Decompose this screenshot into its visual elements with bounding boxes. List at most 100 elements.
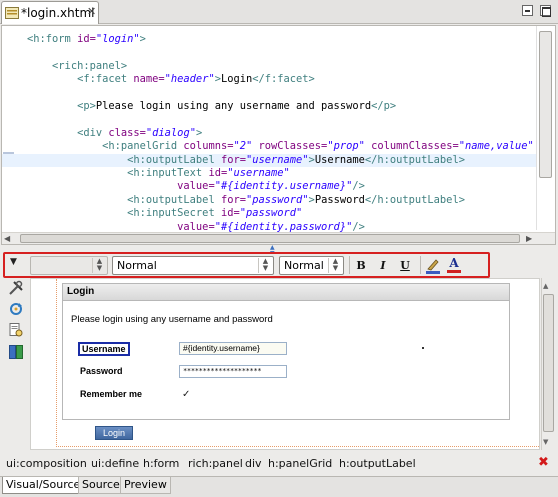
code-token: > <box>195 126 203 139</box>
code-token: "prop" <box>327 140 372 153</box>
toolbar-menu-arrow-icon[interactable]: ▼ <box>10 257 17 267</box>
remember-me-checkbox[interactable]: ✓ <box>182 390 192 400</box>
maximize-icon[interactable] <box>540 5 551 17</box>
code-line[interactable]: value="#{identity.username}"/> <box>2 180 365 193</box>
tab-preview[interactable]: Preview <box>120 477 171 494</box>
combo-spinner-icon[interactable]: ▲ ▼ <box>92 258 106 273</box>
login-panel[interactable]: Login Please login using any username an… <box>62 283 510 420</box>
remember-me-label: Remember me <box>80 389 143 399</box>
breadcrumb-item[interactable]: ui:composition <box>6 457 87 470</box>
visual-side-toolbar <box>4 278 24 368</box>
code-token: "password" <box>239 207 303 220</box>
code-token: <p> <box>2 100 96 112</box>
code-token: id= <box>77 33 96 45</box>
code-token: name= <box>133 73 165 86</box>
split-view-icon[interactable] <box>8 344 24 360</box>
code-token: "username" <box>245 153 309 166</box>
scroll-right-icon[interactable]: ▶ <box>526 234 536 243</box>
code-line[interactable]: <rich:panel> <box>2 60 127 73</box>
code-token: Password <box>314 193 365 206</box>
code-token: "#{identity.username}" <box>214 180 353 193</box>
login-intro-text: Please login using any username and pass… <box>71 314 273 325</box>
code-line[interactable]: <h:outputLabel for="username">Username</… <box>2 153 536 167</box>
code-line[interactable]: <h:form id="login"> <box>2 33 146 46</box>
code-token: "header" <box>164 73 215 86</box>
login-button[interactable]: Login <box>95 426 133 440</box>
horizontal-scrollbar[interactable]: ◀ ▶ <box>2 232 555 244</box>
code-token: id= <box>208 167 228 179</box>
code-line[interactable]: <div class="dialog"> <box>2 127 202 140</box>
code-line[interactable]: <p>Please login using any username and p… <box>2 100 396 113</box>
code-token: <rich:panel> <box>2 59 128 72</box>
username-label[interactable]: Username <box>78 342 130 356</box>
code-line[interactable]: <h:inputSecret id="password" <box>2 207 302 220</box>
background-color-icon[interactable] <box>425 257 441 274</box>
code-token: for= <box>220 153 246 166</box>
code-token: <h:outputLabel <box>2 153 221 166</box>
close-breadcrumb-icon[interactable]: ✖ <box>538 455 549 470</box>
format-combo-value: Normal <box>117 259 157 272</box>
breadcrumb-item[interactable]: h:outputLabel <box>339 457 416 470</box>
font-size-combo[interactable]: Normal ▲ ▼ <box>279 256 344 275</box>
code-token: for= <box>220 193 246 206</box>
preview-page-icon[interactable] <box>8 322 24 338</box>
editor-tab-title: *login.xhtml <box>21 6 95 20</box>
vertical-scroll-thumb[interactable] <box>539 31 552 178</box>
visual-canvas[interactable]: Login Please login using any username an… <box>30 278 540 450</box>
code-line[interactable]: <h:inputText id="username" <box>2 167 290 180</box>
code-area[interactable]: <h:form id="login"> <rich:panel> <f:face… <box>2 26 536 232</box>
refresh-icon[interactable] <box>8 301 24 317</box>
code-line[interactable]: <h:outputLabel for="password">Password</… <box>2 194 465 207</box>
format-combo[interactable]: Normal ▲ ▼ <box>112 256 274 275</box>
font-size-combo-value: Normal <box>284 259 324 272</box>
code-token: Username <box>314 153 365 166</box>
breadcrumb-item[interactable]: h:form <box>143 457 179 470</box>
source-editor[interactable]: <h:form id="login"> <rich:panel> <f:face… <box>1 25 556 245</box>
underline-button[interactable]: U <box>396 257 414 274</box>
toolbar-separator <box>420 256 421 274</box>
code-token: <f:facet <box>2 73 134 86</box>
horizontal-scroll-thumb[interactable] <box>20 234 520 243</box>
breadcrumb-item[interactable]: h:panelGrid <box>268 457 332 470</box>
code-line[interactable]: <h:panelGrid columns="2" rowClasses="pro… <box>2 140 534 153</box>
code-token: <h:outputLabel <box>2 193 221 206</box>
code-token: <h:form <box>2 33 78 45</box>
code-line[interactable]: <f:facet name="header">Login</f:facet> <box>2 73 315 86</box>
code-token: id= <box>220 207 240 220</box>
tools-icon[interactable] <box>8 280 24 296</box>
italic-button[interactable]: I <box>374 257 392 274</box>
breadcrumb-item[interactable]: rich:panel <box>188 457 243 470</box>
code-token: <h:panelGrid <box>2 140 184 153</box>
scroll-down-icon[interactable]: ▼ <box>543 438 548 446</box>
code-token: value= <box>2 180 215 193</box>
scroll-up-icon[interactable]: ▲ <box>543 282 548 290</box>
code-token: "username" <box>227 167 290 179</box>
bold-button[interactable]: B <box>352 257 370 274</box>
combo-spinner-icon[interactable]: ▲ ▼ <box>258 258 272 273</box>
toolbar-separator <box>349 256 350 274</box>
pane-splitter[interactable] <box>0 245 558 252</box>
breadcrumb-item[interactable]: div <box>245 457 262 470</box>
code-token: /> <box>352 220 365 232</box>
tab-source[interactable]: Source <box>78 477 124 494</box>
minimize-icon[interactable] <box>522 5 533 16</box>
username-field[interactable]: #{identity.username} <box>179 342 287 355</box>
font-color-icon[interactable]: A <box>446 257 462 274</box>
code-token: class= <box>108 126 146 139</box>
scroll-left-icon[interactable]: ◀ <box>4 234 14 243</box>
tab-visual-source[interactable]: Visual/Source <box>2 477 85 494</box>
style-combo[interactable]: ▲ ▼ <box>30 256 108 275</box>
code-token: <h:inputText <box>2 167 209 179</box>
font-color-swatch <box>447 270 461 273</box>
breadcrumb-item[interactable]: ui:define <box>91 457 139 470</box>
stray-dot <box>422 347 424 349</box>
editor-tab-login-xhtml[interactable]: *login.xhtml ✕ <box>1 1 99 24</box>
visual-scroll-thumb[interactable] <box>543 294 554 432</box>
password-field[interactable]: ******************** <box>179 365 287 378</box>
close-tab-icon[interactable]: ✕ <box>87 5 96 18</box>
combo-spinner-icon[interactable]: ▲ ▼ <box>328 258 342 273</box>
code-token: </f:facet> <box>252 73 315 86</box>
code-token: "login" <box>95 33 140 45</box>
code-line[interactable]: value="#{identity.password}"/> <box>2 221 365 232</box>
code-token: columns= <box>183 140 234 153</box>
